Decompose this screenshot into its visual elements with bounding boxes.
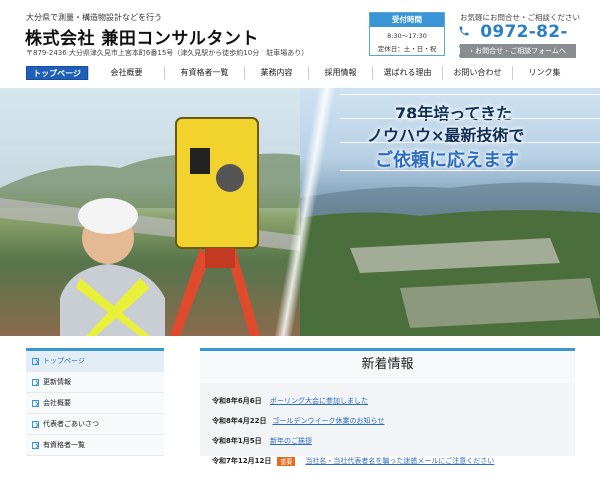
sidebar-item-label: 更新情報 bbox=[43, 378, 71, 386]
main-nav: トップページ 会社概要 有資格者一覧 業務内容 採用情報 選ばれる理由 お問い合… bbox=[26, 66, 576, 82]
site-header: 大分県で測量・構造物設計などを行う 株式会社 兼田コンサルタント 〒879-24… bbox=[0, 0, 600, 66]
nav-item-recruit[interactable]: 採用情報 bbox=[308, 66, 372, 80]
company-address: 〒879-2436 大分県津久見市上宮本町6番15号（津久見駅から徒歩約10分 … bbox=[26, 49, 309, 57]
business-hours-box: 受付時間 8:30～17:30 定休日：土・日・祝 bbox=[369, 12, 445, 56]
nav-item-contact[interactable]: お問い合わせ bbox=[442, 66, 512, 80]
nav-item-company[interactable]: 会社概要 bbox=[88, 66, 164, 80]
business-hours-time: 8:30～17:30 bbox=[387, 32, 427, 40]
news-item: 令和8年6月6日 ボーリング大会に参加しました bbox=[212, 391, 563, 411]
phone-icon bbox=[459, 26, 469, 36]
news-title: 新着情報 bbox=[200, 351, 575, 383]
hero-rule-mid bbox=[340, 118, 600, 119]
hero-surveyor-photo bbox=[0, 88, 320, 336]
hero-rule-top bbox=[340, 94, 600, 95]
news-date: 令和8年6月6日 bbox=[212, 397, 262, 405]
news-item: 令和8年1月5日 新年のご挨拶 bbox=[212, 431, 563, 451]
business-hours-closed: 定休日：土・日・祝 bbox=[377, 45, 437, 53]
nav-item-top[interactable]: トップページ bbox=[26, 66, 88, 80]
sidebar-item-greeting[interactable]: 代表者ごあいさつ bbox=[26, 414, 164, 435]
news-date: 令和8年1月5日 bbox=[212, 437, 262, 445]
news-item: 令和8年4月22日 ゴールデンウイーク休業のお知らせ bbox=[212, 411, 563, 431]
business-hours-title: 受付時間 bbox=[370, 13, 444, 27]
news-date: 令和7年12月12日 bbox=[212, 457, 272, 465]
contact-form-button[interactable]: › お問合せ・ご相談フォームへ bbox=[460, 44, 576, 58]
site-tagline: 大分県で測量・構造物設計などを行う bbox=[26, 13, 162, 22]
news-date: 令和8年4月22日 bbox=[212, 417, 267, 425]
news-link[interactable]: 当社名・当社代表者名を騙った迷惑メールにご注意ください bbox=[305, 456, 494, 466]
hero-banner: 78年培ってきた ノウハウ×最新技術で ご依頼に応えます bbox=[0, 88, 600, 336]
sidebar-item-label: トップページ bbox=[43, 357, 85, 365]
hero-rule-mid2 bbox=[340, 142, 600, 143]
sidebar-item-company[interactable]: 会社概要 bbox=[26, 393, 164, 414]
news-link[interactable]: 新年のご挨拶 bbox=[270, 436, 312, 446]
nav-item-services[interactable]: 業務内容 bbox=[244, 66, 308, 80]
sidebar-item-label: 有資格者一覧 bbox=[43, 441, 85, 449]
news-link[interactable]: ボーリング大会に参加しました bbox=[270, 396, 368, 406]
surveyor-illustration bbox=[0, 117, 320, 336]
sidebar-item-qualified[interactable]: 有資格者一覧 bbox=[26, 435, 164, 456]
sidebar-item-updates[interactable]: 更新情報 bbox=[26, 372, 164, 393]
nav-item-links[interactable]: リンク集 bbox=[512, 66, 576, 80]
hero-headline-1: 78年培ってきた bbox=[395, 104, 512, 123]
news-section: 新着情報 令和8年6月6日 ボーリング大会に参加しました 令和8年4月22日 ゴ… bbox=[200, 348, 575, 466]
hero-rule-bottom bbox=[340, 170, 600, 171]
sidebar-menu: トップページ 更新情報 会社概要 代表者ごあいさつ 有資格者一覧 bbox=[26, 348, 164, 456]
chevron-right-icon bbox=[32, 441, 39, 449]
news-list: 令和8年6月6日 ボーリング大会に参加しました 令和8年4月22日 ゴールデンウ… bbox=[200, 383, 575, 479]
news-item: 令和7年12月12日 重要 当社名・当社代表者名を騙った迷惑メールにご注意くださ… bbox=[212, 451, 563, 471]
company-name[interactable]: 株式会社 兼田コンサルタント bbox=[25, 24, 259, 49]
news-link[interactable]: ゴールデンウイーク休業のお知らせ bbox=[272, 416, 384, 426]
chevron-right-icon bbox=[32, 399, 39, 407]
chevron-right-icon bbox=[32, 420, 39, 428]
important-badge: 重要 bbox=[277, 456, 296, 466]
sidebar-item-top[interactable]: トップページ bbox=[26, 351, 164, 372]
nav-item-reasons[interactable]: 選ばれる理由 bbox=[372, 66, 442, 80]
nav-item-qualified[interactable]: 有資格者一覧 bbox=[164, 66, 244, 80]
chevron-right-icon bbox=[32, 357, 39, 365]
sidebar-item-label: 会社概要 bbox=[43, 399, 71, 407]
hero-headline-3: ご依頼に応えます bbox=[375, 150, 519, 171]
chevron-right-icon bbox=[32, 378, 39, 386]
sidebar-item-label: 代表者ごあいさつ bbox=[43, 420, 99, 428]
